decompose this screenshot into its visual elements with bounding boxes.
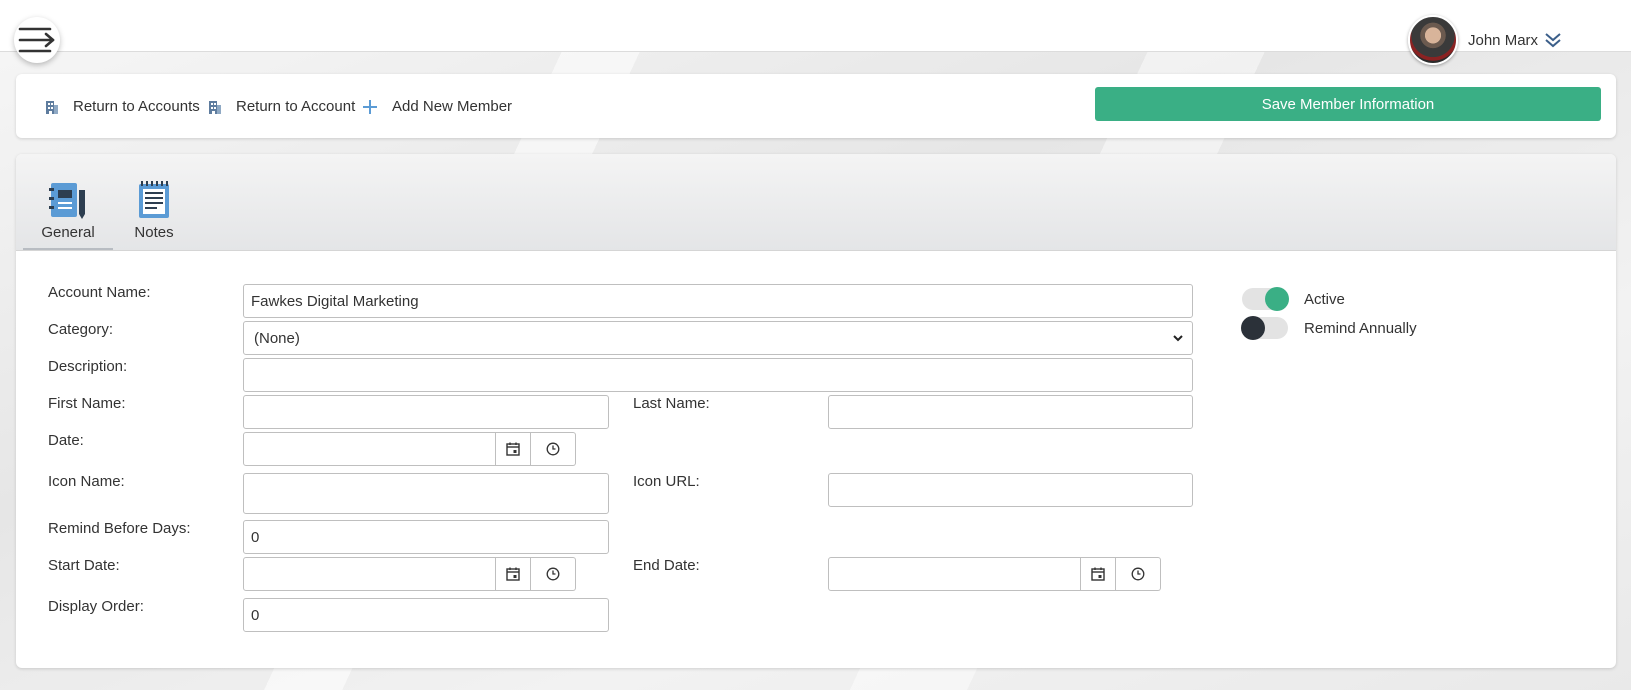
last-name-label: Last Name: — [633, 395, 710, 412]
category-selected-value: (None) — [254, 329, 300, 347]
date-time-button[interactable] — [531, 432, 576, 466]
add-new-member-label: Add New Member — [392, 98, 513, 115]
date-picker[interactable] — [243, 432, 576, 466]
menu-toggle-button[interactable] — [14, 17, 60, 63]
date-label: Date: — [48, 432, 84, 449]
category-select[interactable]: (None) — [243, 321, 1193, 355]
start-date-input[interactable] — [243, 557, 496, 591]
tab-bar: General Notes — [16, 154, 1616, 251]
clock-icon — [546, 442, 560, 456]
double-chevron-down-icon[interactable] — [1544, 32, 1562, 48]
icon-url-label: Icon URL: — [633, 473, 700, 490]
remind-annually-label: Remind Annually — [1304, 319, 1417, 337]
tab-general-label: General — [41, 224, 95, 241]
user-avatar — [1408, 15, 1458, 65]
display-order-input[interactable] — [243, 598, 609, 632]
account-name-input[interactable] — [243, 284, 1193, 318]
tab-notes-label: Notes — [134, 224, 174, 241]
member-form-card: General Notes Account Name: Category: De… — [16, 154, 1616, 668]
icon-url-input[interactable] — [828, 473, 1193, 507]
tab-general[interactable]: General — [23, 180, 113, 250]
return-to-account-label: Return to Account — [236, 98, 356, 115]
calendar-icon — [506, 567, 520, 581]
return-to-accounts-label: Return to Accounts — [73, 98, 200, 115]
end-date-picker[interactable] — [828, 557, 1161, 591]
active-toggle-knob — [1265, 287, 1289, 311]
menu-arrow-icon — [18, 27, 55, 53]
active-toggle-label: Active — [1304, 290, 1345, 308]
icon-name-label: Icon Name: — [48, 473, 125, 490]
active-toggle-row: Active — [1242, 287, 1345, 311]
calendar-icon — [506, 442, 520, 456]
chevron-down-icon — [1173, 335, 1183, 342]
start-date-picker[interactable] — [243, 557, 576, 591]
return-to-accounts-link[interactable]: Return to Accounts — [45, 98, 200, 115]
start-date-calendar-button[interactable] — [496, 557, 531, 591]
first-name-input[interactable] — [243, 395, 609, 429]
start-date-time-button[interactable] — [531, 557, 576, 591]
tab-notes[interactable]: Notes — [109, 180, 199, 250]
remind-annually-toggle[interactable] — [1241, 316, 1288, 340]
clock-icon — [1131, 567, 1145, 581]
top-bar — [0, 0, 1631, 52]
user-menu[interactable]: John Marx — [1408, 14, 1562, 66]
icon-name-input[interactable] — [243, 473, 609, 514]
end-date-calendar-button[interactable] — [1081, 557, 1116, 591]
user-name: John Marx — [1468, 31, 1539, 49]
display-order-label: Display Order: — [48, 598, 144, 615]
end-date-label: End Date: — [633, 557, 700, 574]
action-bar: Return to Accounts Return to Account Add… — [16, 74, 1616, 138]
category-label: Category: — [48, 321, 114, 338]
end-date-input[interactable] — [828, 557, 1081, 591]
last-name-input[interactable] — [828, 395, 1193, 429]
first-name-label: First Name: — [48, 395, 126, 412]
start-date-label: Start Date: — [48, 557, 120, 574]
clock-icon — [546, 567, 560, 581]
building-icon — [46, 100, 58, 114]
description-input[interactable] — [243, 358, 1193, 392]
notebook-pencil-icon — [49, 183, 85, 219]
building-icon — [209, 100, 221, 114]
return-to-account-link[interactable]: Return to Account — [208, 98, 355, 115]
date-input[interactable] — [243, 432, 496, 466]
end-date-time-button[interactable] — [1116, 557, 1161, 591]
calendar-icon — [1091, 567, 1105, 581]
description-label: Description: — [48, 358, 128, 375]
remind-annually-toggle-row: Remind Annually — [1241, 316, 1417, 340]
active-toggle[interactable] — [1242, 287, 1289, 311]
remind-before-days-input[interactable] — [243, 520, 609, 554]
remind-before-days-label: Remind Before Days: — [48, 520, 191, 537]
plus-icon — [363, 99, 377, 114]
account-name-label: Account Name: — [48, 284, 151, 301]
remind-annually-toggle-knob — [1241, 316, 1265, 340]
add-new-member-link[interactable]: Add New Member — [362, 98, 512, 115]
date-calendar-button[interactable] — [496, 432, 531, 466]
notepad-icon — [139, 181, 169, 218]
save-member-button[interactable]: Save Member Information — [1095, 87, 1601, 121]
